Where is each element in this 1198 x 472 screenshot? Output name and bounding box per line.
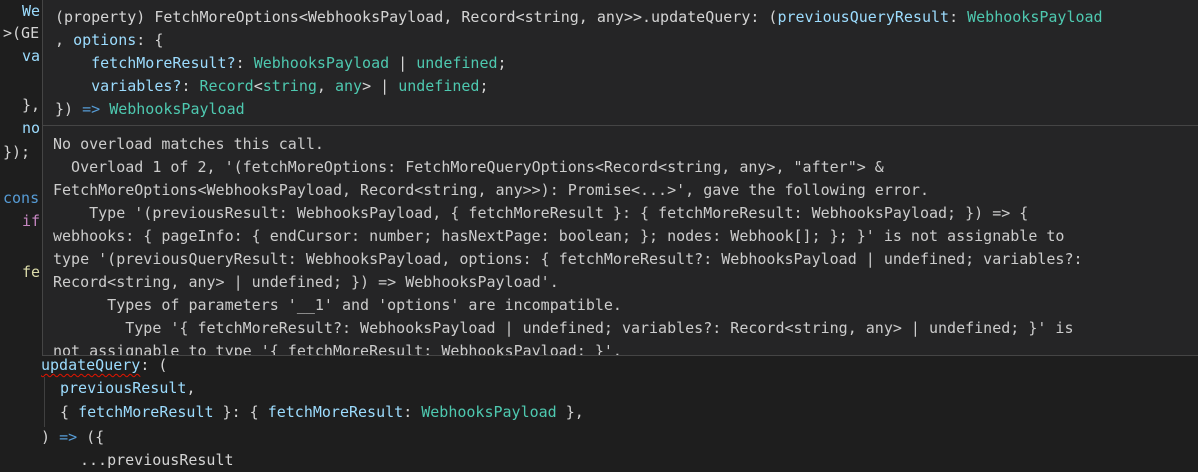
sig-arrow: => <box>82 100 101 118</box>
sig-param: options <box>73 31 137 49</box>
error-line: Overload 1 of 2, '(fetchMoreOptions: Fet… <box>53 158 884 176</box>
signature-line: (property) FetchMoreOptions<WebhooksPayl… <box>55 6 1198 29</box>
error-line: not assignable to type '{ fetchMoreResul… <box>53 342 622 356</box>
error-line: FetchMoreOptions<WebhooksPayload, Record… <box>53 181 929 199</box>
sig-text: > | <box>362 77 399 95</box>
code-fragment: }); <box>3 141 30 164</box>
code-fragment-text: va <box>22 47 41 65</box>
sig-param: fetchMoreResult? <box>91 54 236 72</box>
sig-text: < <box>253 77 263 95</box>
hover-error-message: No overload matches this call. Overload … <box>53 133 1198 356</box>
hover-tooltip[interactable]: (property) FetchMoreOptions<WebhooksPayl… <box>42 0 1198 356</box>
signature-line: fetchMoreResult?: WebhooksPayload | unde… <box>55 52 1198 75</box>
sig-type: any <box>334 77 363 95</box>
sig-type: WebhooksPayload <box>109 100 245 118</box>
code-line-clipped[interactable]: ...previousResult <box>80 449 234 472</box>
code-fragment-text: no <box>22 119 41 137</box>
code-fragment-text: >(GE <box>3 24 40 42</box>
sig-text: ; <box>479 77 489 95</box>
code-fragment: >(GE <box>3 22 39 45</box>
sig-type: undefined <box>416 54 498 72</box>
code-fragment-text: }, <box>22 96 41 114</box>
error-line: Type '(previousResult: WebhooksPayload, … <box>53 204 1029 222</box>
error-line: Type '{ fetchMoreResult?: WebhooksPayloa… <box>53 319 1074 337</box>
sig-text <box>100 100 109 118</box>
code-fragment-text: }); <box>3 143 31 161</box>
sig-text: , <box>55 31 74 49</box>
sig-text: (property) FetchMoreOptions<WebhooksPayl… <box>55 8 778 26</box>
code-punctuation: }: { <box>213 403 268 421</box>
code-fragment: We <box>22 0 40 23</box>
code-fragment: no <box>22 117 40 140</box>
sig-text: ; <box>497 54 507 72</box>
error-line: Types of parameters '__1' and 'options' … <box>53 296 622 314</box>
signature-line: variables?: Record<string, any> | undefi… <box>55 75 1198 98</box>
sig-text: : <box>181 77 200 95</box>
code-line[interactable]: previousResult, <box>60 377 195 400</box>
code-fragment-text: fe <box>22 263 41 281</box>
sig-text: | <box>389 54 417 72</box>
code-fragment-text: if <box>22 212 41 230</box>
code-fragment: va <box>22 45 40 68</box>
sig-type: string <box>262 77 317 95</box>
sig-text: : <box>235 54 254 72</box>
code-punctuation: ({ <box>77 428 105 446</box>
hover-divider <box>43 125 1198 126</box>
sig-text: : <box>949 8 968 26</box>
fetch-more-result-token[interactable]: fetchMoreResult <box>268 403 403 421</box>
sig-type: WebhooksPayload <box>967 8 1103 26</box>
webhooks-payload-token[interactable]: WebhooksPayload <box>421 403 556 421</box>
sig-type: WebhooksPayload <box>253 54 390 72</box>
code-punctuation: { <box>60 403 79 421</box>
error-line: No overload matches this call. <box>53 135 324 153</box>
signature-line: , options: { <box>55 29 1198 52</box>
sig-text: , <box>316 77 335 95</box>
code-punctuation: , <box>186 379 196 397</box>
code-punctuation: : ( <box>140 356 168 374</box>
code-fragment-text: We <box>22 2 41 20</box>
code-punctuation: : <box>403 403 422 421</box>
code-line[interactable]: { fetchMoreResult }: { fetchMoreResult: … <box>60 401 584 424</box>
error-line: webhooks: { pageInfo: { endCursor: numbe… <box>53 227 1065 245</box>
sig-text: }) <box>55 100 83 118</box>
hover-signature: (property) FetchMoreOptions<WebhooksPayl… <box>43 0 1198 120</box>
code-punctuation: }, <box>556 403 584 421</box>
sig-text: : { <box>136 31 164 49</box>
previous-result-token[interactable]: previousResult <box>60 379 186 397</box>
code-punctuation: ...previousResult <box>80 451 234 469</box>
sig-text <box>55 77 91 95</box>
code-fragment: }, <box>22 94 40 117</box>
code-editor[interactable]: We >(GE va }, no }); cons if fe updateQu… <box>0 0 1198 469</box>
code-fragment-text: cons <box>3 189 40 207</box>
sig-param: previousQueryResult <box>777 8 950 26</box>
code-fragment: if <box>22 210 40 233</box>
sig-type: undefined <box>398 77 480 95</box>
indent-guide <box>44 377 45 427</box>
code-line[interactable]: ) => ({ <box>41 426 104 449</box>
update-query-token[interactable]: updateQuery <box>41 356 140 374</box>
code-fragment: cons <box>3 187 39 210</box>
sig-type: Record <box>199 77 254 95</box>
code-fragment: fe <box>22 261 40 284</box>
error-line: Record<string, any> | undefined; }) => W… <box>53 273 559 291</box>
sig-param: variables? <box>91 77 182 95</box>
arrow-token: => <box>59 428 78 446</box>
signature-line: }) => WebhooksPayload <box>55 98 1198 121</box>
sig-text <box>55 54 91 72</box>
code-line[interactable]: updateQuery: ( <box>41 354 167 377</box>
code-punctuation: ) <box>41 428 60 446</box>
error-line: type '(previousQueryResult: WebhooksPayl… <box>53 250 1083 268</box>
fetch-more-result-token[interactable]: fetchMoreResult <box>78 403 213 421</box>
